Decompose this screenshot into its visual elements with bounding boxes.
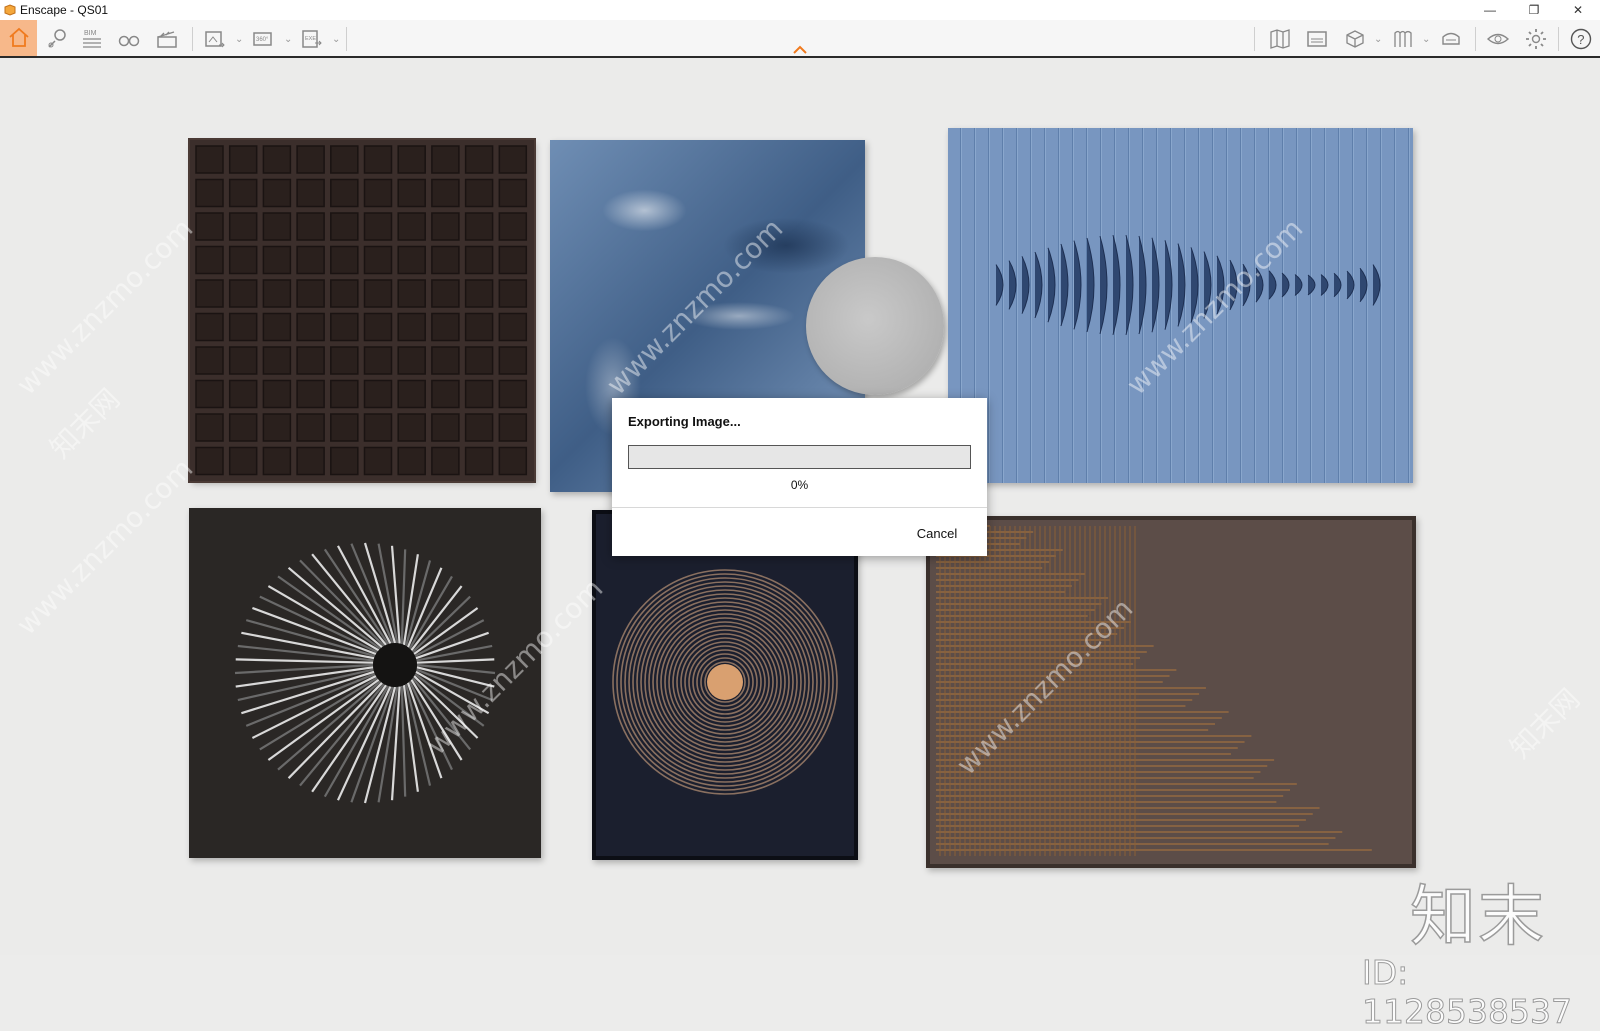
watermark-text-cn: 知末网 (43, 382, 127, 465)
title-bar: Enscape - QS01 — ❐ ✕ (0, 0, 1600, 20)
close-button[interactable]: ✕ (1556, 0, 1600, 20)
grey-disc-artwork (806, 257, 944, 395)
grid-panel-artwork (188, 138, 536, 483)
progress-percent-label: 0% (790, 478, 809, 492)
collapse-toolbar-icon[interactable] (791, 42, 809, 56)
binoculars-button[interactable] (114, 24, 144, 54)
panorama-label: 360° (256, 37, 269, 43)
bim-button[interactable]: BIM (77, 24, 107, 54)
export-progress-bar (628, 445, 971, 469)
grid-pattern (190, 140, 534, 481)
dialog-divider (612, 507, 987, 508)
help-button[interactable]: ? (1566, 24, 1596, 54)
chevron-down-icon[interactable]: ⌄ (1374, 34, 1382, 45)
window-controls: — ❐ ✕ (1468, 0, 1600, 20)
render-image-button[interactable] (200, 24, 230, 54)
asset-library-icon (1394, 30, 1412, 47)
exe-label: EXE (305, 36, 316, 42)
vr-headset-button[interactable] (1436, 24, 1466, 54)
settings-gear-icon (1526, 29, 1546, 49)
home-button[interactable] (0, 20, 37, 56)
cube-icon (1346, 30, 1364, 48)
rings-graphic (612, 569, 838, 795)
asset-library-button[interactable] (1388, 24, 1418, 54)
watermark-text: www.znzmo.com (10, 211, 200, 402)
views-icon (48, 29, 66, 48)
watermark-brand: 知末 (1409, 877, 1546, 956)
watermark-id: ID: 1128538537 (1362, 953, 1573, 1031)
minimize-button[interactable]: — (1468, 0, 1512, 20)
views-button[interactable] (42, 24, 72, 54)
toolbar-separator (1558, 27, 1559, 51)
chevron-down-icon[interactable]: ⌄ (332, 34, 340, 45)
chevron-down-icon[interactable]: ⌄ (1422, 34, 1430, 45)
toolbar-separator (346, 27, 347, 51)
concentric-rings-artwork (592, 510, 858, 860)
atmosphere-icon (1307, 31, 1327, 47)
home-icon (8, 27, 29, 47)
cube-button[interactable] (1340, 24, 1370, 54)
binoculars-icon (118, 35, 140, 47)
export-progress-dialog: Exporting Image... 0% Cancel (612, 398, 987, 556)
watermark-text-cn: 知末网 (1503, 682, 1587, 765)
map-icon (1270, 29, 1290, 49)
settings-button[interactable] (1521, 24, 1551, 54)
toolbar-separator (1475, 27, 1476, 51)
visual-settings-button[interactable] (1483, 24, 1513, 54)
panorama-button[interactable]: 360° (249, 24, 279, 54)
restore-button[interactable]: ❐ (1512, 0, 1556, 20)
atmosphere-button[interactable] (1302, 24, 1332, 54)
eye-icon (1486, 33, 1510, 45)
watermark-text: www.znzmo.com (10, 451, 200, 642)
panorama-360-icon: 360° (253, 32, 272, 46)
cancel-button[interactable]: Cancel (902, 521, 972, 545)
help-icon: ? (1570, 28, 1592, 50)
map-button[interactable] (1265, 24, 1295, 54)
video-editor-button[interactable] (152, 24, 182, 54)
render-image-icon (205, 31, 225, 48)
lines-graphic (936, 525, 1372, 856)
bim-icon: BIM (83, 30, 101, 48)
dialog-title: Exporting Image... (628, 414, 741, 429)
chevron-down-icon[interactable]: ⌄ (235, 34, 243, 45)
toolbar: BIM ⌄ 360° ⌄ EXE ⌄ ⌄ ⌄ ? (0, 20, 1600, 58)
bim-label: BIM (84, 30, 97, 37)
export-exe-icon: EXE (302, 30, 322, 48)
window-title: Enscape - QS01 (20, 3, 109, 17)
vr-headset-icon (1442, 32, 1460, 45)
clapperboard-icon (157, 31, 177, 48)
enscape-logo-icon (4, 4, 16, 16)
blue-fin-panel-artwork (948, 128, 1413, 483)
toolbar-separator (192, 27, 193, 51)
svg-text:?: ? (1577, 32, 1584, 47)
export-exe-button[interactable]: EXE (297, 24, 327, 54)
chevron-down-icon[interactable]: ⌄ (284, 34, 292, 45)
toolbar-separator (1254, 27, 1255, 51)
copper-lines-artwork (926, 516, 1416, 868)
